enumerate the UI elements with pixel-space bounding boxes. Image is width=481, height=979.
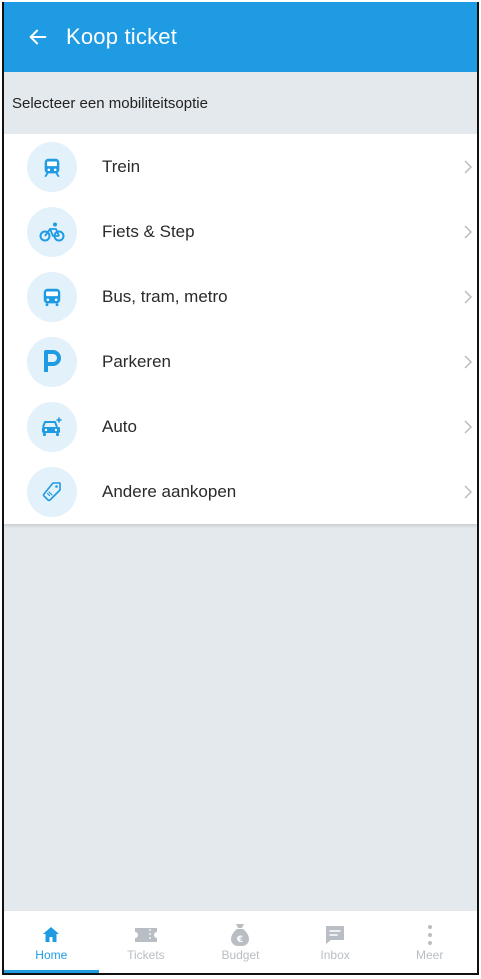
chevron-right-icon (464, 224, 473, 239)
top-app-bar: Koop ticket (4, 2, 477, 72)
arrow-left-icon (29, 29, 47, 45)
nav-inbox[interactable]: Inbox (288, 911, 383, 973)
option-label: Fiets & Step (102, 221, 195, 241)
bike-icon (27, 206, 77, 257)
app-screen: Koop ticket Selecteer een mobiliteitsopt… (2, 2, 479, 975)
car-icon (27, 401, 77, 452)
section-heading: Selecteer een mobiliteitsoptie (12, 94, 208, 112)
bus-icon (27, 271, 77, 322)
option-label: Andere aankopen (102, 481, 237, 501)
nav-home[interactable]: Home (4, 911, 99, 973)
money-bag-icon: € (230, 922, 250, 948)
back-button[interactable] (10, 2, 66, 72)
option-parkeren[interactable]: Parkeren (4, 329, 477, 394)
nav-budget[interactable]: € Budget (193, 911, 288, 973)
option-fiets-step[interactable]: Fiets & Step (4, 199, 477, 264)
chevron-right-icon (464, 159, 473, 174)
bottom-navigation: Home Tickets € Budget Inbox Meer (4, 910, 477, 973)
train-icon (27, 141, 77, 192)
tag-icon (27, 466, 77, 517)
option-label: Bus, tram, metro (102, 286, 228, 306)
chevron-right-icon (464, 354, 473, 369)
more-icon (427, 922, 433, 948)
home-icon (41, 922, 61, 948)
chevron-right-icon (464, 289, 473, 304)
option-trein[interactable]: Trein (4, 134, 477, 199)
mobility-options-list: Trein Fiets & Step Bus, tram, metro Park… (4, 134, 477, 524)
option-auto[interactable]: Auto (4, 394, 477, 459)
chevron-right-icon (464, 419, 473, 434)
nav-meer[interactable]: Meer (382, 911, 477, 973)
option-label: Auto (102, 416, 137, 436)
nav-label: Inbox (320, 948, 350, 962)
chevron-right-icon (464, 484, 473, 499)
parking-icon (27, 336, 77, 387)
option-andere-aankopen[interactable]: Andere aankopen (4, 459, 477, 524)
option-bus-tram-metro[interactable]: Bus, tram, metro (4, 264, 477, 329)
nav-label: Meer (416, 948, 444, 962)
nav-label: Home (35, 948, 68, 962)
nav-label: Tickets (127, 948, 165, 962)
chat-icon (324, 922, 346, 948)
nav-tickets[interactable]: Tickets (99, 911, 194, 973)
ticket-icon (133, 922, 159, 948)
page-title: Koop ticket (66, 24, 178, 49)
nav-label: Budget (221, 948, 260, 962)
option-label: Parkeren (102, 351, 171, 371)
svg-text:€: € (236, 935, 243, 945)
option-label: Trein (102, 156, 141, 176)
